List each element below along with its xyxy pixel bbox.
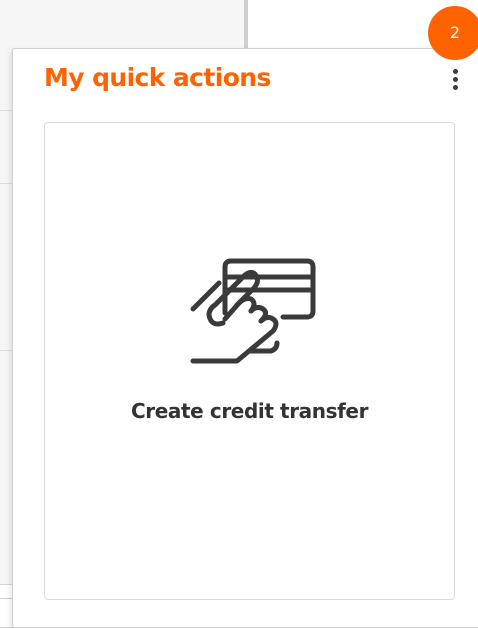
quick-action-create-credit-transfer[interactable]: Create credit transfer xyxy=(44,122,455,600)
quick-actions-panel: My quick actions Create credit transfer xyxy=(12,48,478,628)
notification-badge: 2 xyxy=(428,6,478,60)
card-in-hand-icon xyxy=(190,258,316,364)
quick-action-label: Create credit transfer xyxy=(130,399,369,423)
more-vertical-icon[interactable] xyxy=(445,65,465,95)
panel-title: My quick actions xyxy=(44,63,271,92)
kebab-dot xyxy=(453,85,458,90)
kebab-dot xyxy=(453,69,458,74)
kebab-dot xyxy=(453,77,458,82)
